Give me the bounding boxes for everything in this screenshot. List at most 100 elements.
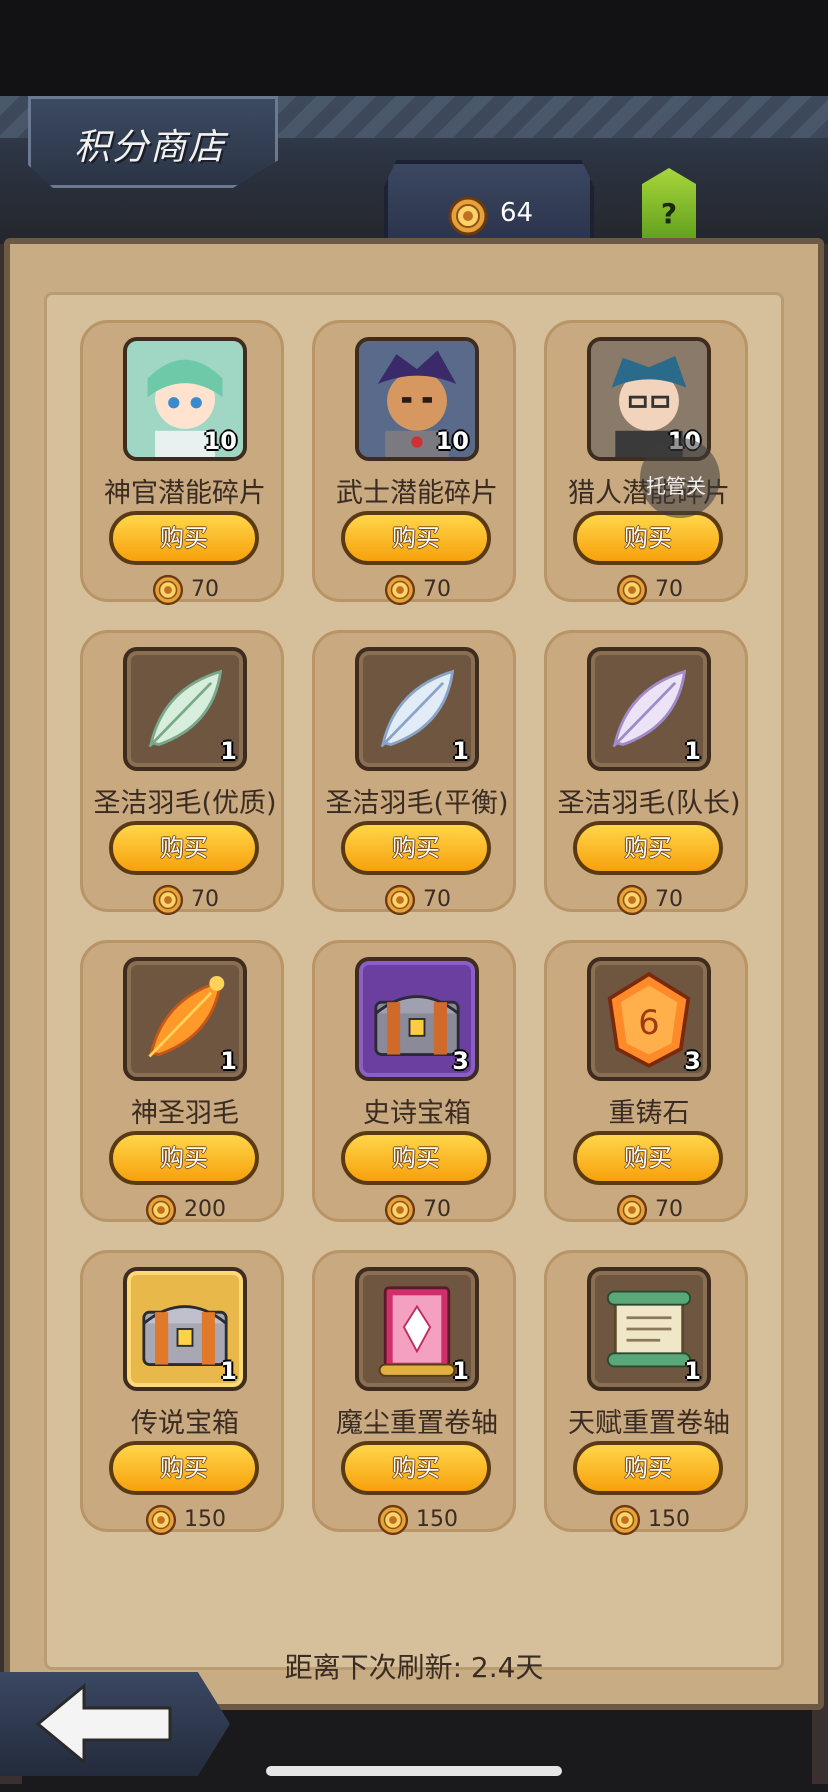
item-quantity: 10: [435, 427, 469, 455]
item-price: 70: [315, 883, 519, 917]
item-icon-frame[interactable]: 1: [123, 647, 247, 771]
help-button[interactable]: ?: [642, 168, 696, 248]
item-icon-frame[interactable]: 1: [355, 647, 479, 771]
item-price: 70: [315, 573, 519, 607]
points-coin-icon: [616, 574, 648, 606]
shop-item-card: 1 圣洁羽毛(优质) 购买 70: [80, 630, 284, 916]
buy-button[interactable]: 购买: [573, 1131, 723, 1185]
item-price: 150: [315, 1503, 519, 1537]
item-price: 70: [315, 1193, 519, 1227]
item-icon-frame[interactable]: 1: [123, 1267, 247, 1391]
item-price-value: 70: [423, 887, 451, 912]
shop-item-card: 1 魔尘重置卷轴 购买 150: [312, 1250, 516, 1536]
points-coin-icon: [152, 574, 184, 606]
item-quantity: 1: [220, 1357, 237, 1385]
buy-button[interactable]: 购买: [573, 821, 723, 875]
buy-button[interactable]: 购买: [109, 1441, 259, 1495]
item-name: 重铸石: [608, 1098, 690, 1129]
item-quantity: 1: [684, 737, 701, 765]
item-price: 70: [547, 1193, 751, 1227]
points-coin-icon: [152, 884, 184, 916]
item-price-value: 150: [648, 1507, 690, 1532]
item-name: 神圣羽毛: [131, 1098, 239, 1129]
item-price: 70: [547, 883, 751, 917]
shop-item-card: 1 神圣羽毛 购买 200: [80, 940, 284, 1226]
points-value: 64: [500, 198, 534, 228]
item-name: 天赋重置卷轴: [568, 1408, 730, 1439]
item-quantity: 3: [684, 1047, 701, 1075]
buy-button[interactable]: 购买: [341, 1441, 491, 1495]
points-coin-icon: [377, 1504, 409, 1536]
item-price: 200: [83, 1193, 287, 1227]
item-price-value: 70: [655, 1197, 683, 1222]
points-coin-icon: [145, 1504, 177, 1536]
points-coin-icon: [384, 574, 416, 606]
item-name: 圣洁羽毛(平衡): [325, 788, 509, 819]
points-coin-icon: [384, 1194, 416, 1226]
home-indicator: [266, 1766, 562, 1776]
points-coin-icon: [616, 1194, 648, 1226]
item-quantity: 3: [452, 1047, 469, 1075]
item-icon-frame[interactable]: 1: [587, 647, 711, 771]
item-quantity: 1: [684, 1357, 701, 1385]
item-quantity: 1: [452, 1357, 469, 1385]
shop-item-card: 1 圣洁羽毛(平衡) 购买 70: [312, 630, 516, 916]
page-title: 积分商店: [74, 127, 227, 168]
back-button[interactable]: [0, 1672, 230, 1776]
shop-item-card: 1 传说宝箱 购买 150: [80, 1250, 284, 1536]
buy-button[interactable]: 购买: [109, 1131, 259, 1185]
item-price: 70: [83, 573, 287, 607]
buy-button[interactable]: 购买: [109, 821, 259, 875]
shop-item-card: 1 圣洁羽毛(队长) 购买 70: [544, 630, 748, 916]
item-price-value: 150: [416, 1507, 458, 1532]
item-price-value: 200: [184, 1197, 226, 1222]
item-price-value: 70: [191, 887, 219, 912]
shop-item-card: 10 武士潜能碎片 购买 70: [312, 320, 516, 606]
item-name: 史诗宝箱: [363, 1098, 471, 1129]
item-name: 魔尘重置卷轴: [336, 1408, 498, 1439]
buy-button[interactable]: 购买: [341, 821, 491, 875]
item-price: 150: [547, 1503, 751, 1537]
buy-button[interactable]: 购买: [573, 1441, 723, 1495]
item-price: 150: [83, 1503, 287, 1537]
points-coin-icon: [616, 884, 648, 916]
item-quantity: 1: [220, 737, 237, 765]
item-name: 武士潜能碎片: [336, 478, 498, 509]
item-price-value: 70: [655, 577, 683, 602]
shop-item-card: 6 3 重铸石 购买 70: [544, 940, 748, 1226]
item-price-value: 150: [184, 1507, 226, 1532]
points-coin-icon: [145, 1194, 177, 1226]
buy-button[interactable]: 购买: [341, 1131, 491, 1185]
auto-battle-label: 托管关: [646, 474, 706, 498]
item-price-value: 70: [423, 1197, 451, 1222]
item-icon-frame[interactable]: 3: [355, 957, 479, 1081]
item-price: 70: [547, 573, 751, 607]
buy-button[interactable]: 购买: [109, 511, 259, 565]
back-arrow-icon: [35, 1682, 172, 1766]
item-name: 神官潜能碎片: [104, 478, 266, 509]
item-price-value: 70: [423, 577, 451, 602]
shop-item-card: 1 天赋重置卷轴 购买 150: [544, 1250, 748, 1536]
item-icon-frame[interactable]: 63: [587, 957, 711, 1081]
points-medal-icon: [448, 196, 488, 236]
item-icon-frame[interactable]: 10: [355, 337, 479, 461]
item-price: 70: [83, 883, 287, 917]
item-quantity: 1: [220, 1047, 237, 1075]
shop-item-card: 3 史诗宝箱 购买 70: [312, 940, 516, 1226]
buy-button[interactable]: 购买: [341, 511, 491, 565]
item-icon-frame[interactable]: 1: [587, 1267, 711, 1391]
item-price-value: 70: [655, 887, 683, 912]
points-coin-icon: [609, 1504, 641, 1536]
item-name: 圣洁羽毛(队长): [557, 788, 741, 819]
item-price-value: 70: [191, 577, 219, 602]
item-quantity: 1: [452, 737, 469, 765]
item-name: 传说宝箱: [131, 1408, 239, 1439]
item-icon-frame[interactable]: 1: [123, 957, 247, 1081]
points-coin-icon: [384, 884, 416, 916]
top-status-area: [0, 0, 828, 96]
item-name: 圣洁羽毛(优质): [93, 788, 277, 819]
item-icon-frame[interactable]: 10: [123, 337, 247, 461]
item-icon-frame[interactable]: 1: [355, 1267, 479, 1391]
buy-button[interactable]: 购买: [573, 511, 723, 565]
item-quantity: 10: [203, 427, 237, 455]
